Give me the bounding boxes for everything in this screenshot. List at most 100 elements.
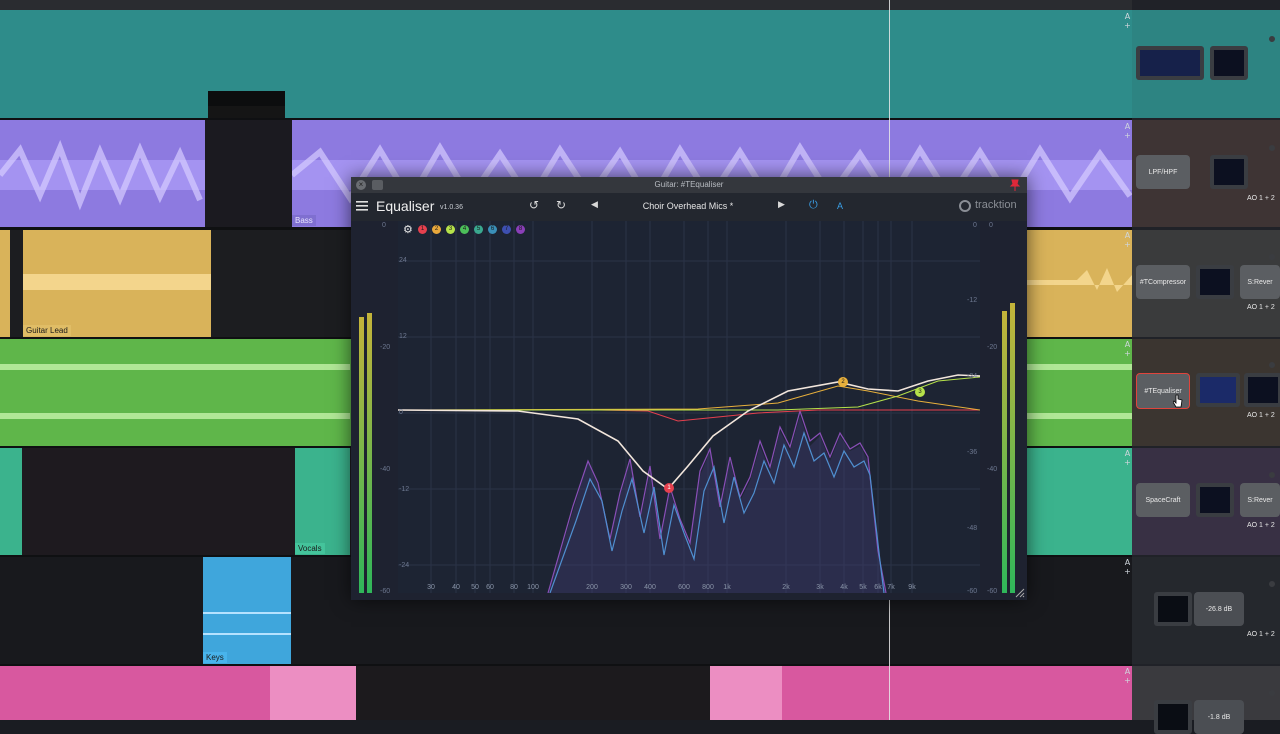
- vocals-clip-c[interactable]: [1027, 448, 1132, 555]
- vocals-clip-b[interactable]: [295, 448, 350, 555]
- right-scale-label: -12: [967, 297, 978, 304]
- meter-plugin[interactable]: [1154, 700, 1192, 734]
- settings-gear-icon[interactable]: ⚙: [403, 223, 413, 236]
- window-title: Guitar: #TEqualiser: [654, 180, 724, 189]
- automation-button[interactable]: A: [1123, 231, 1132, 240]
- pin-icon[interactable]: [1009, 179, 1021, 191]
- band-handle-3[interactable]: 3: [915, 387, 925, 397]
- power-icon[interactable]: ⏻: [809, 198, 818, 212]
- vocals-clip-a[interactable]: [0, 448, 22, 555]
- eq-response-curve: [398, 374, 980, 491]
- band-handle-1[interactable]: 1: [664, 483, 674, 493]
- meter-plugin[interactable]: [1210, 46, 1248, 80]
- band-handle-2[interactable]: 2: [838, 377, 848, 387]
- add-button[interactable]: +: [1123, 458, 1132, 467]
- keys-clip[interactable]: [203, 557, 291, 664]
- track-buttons[interactable]: A +: [1123, 12, 1132, 30]
- hamburger-menu-icon[interactable]: [356, 201, 368, 211]
- band-toggle-3[interactable]: 3: [446, 225, 455, 234]
- meter-plugin[interactable]: [1154, 592, 1192, 626]
- output-label[interactable]: AO 1 + 2: [1247, 412, 1275, 419]
- meter-plugin[interactable]: [1210, 155, 1248, 189]
- meter-plugin[interactable]: [1196, 483, 1234, 517]
- undo-icon[interactable]: ↺: [529, 198, 539, 212]
- eq-graph-svg[interactable]: [398, 221, 980, 593]
- eq-graph[interactable]: ⚙ 1 2 3 4 5 6 7 8 1 2 3 24 12 0 -12 -24 …: [398, 221, 980, 593]
- ab-compare-button[interactable]: A: [837, 201, 843, 211]
- add-button[interactable]: +: [1123, 349, 1132, 358]
- band-toggle-7[interactable]: 7: [502, 225, 511, 234]
- gain-label: -24: [399, 562, 410, 569]
- volume-plugin[interactable]: -26.8 dB: [1194, 592, 1244, 626]
- output-label[interactable]: AO 1 + 2: [1247, 522, 1275, 529]
- band-toggle-2[interactable]: 2: [432, 225, 441, 234]
- meter-plugin[interactable]: [1196, 265, 1234, 299]
- window-titlebar[interactable]: × Guitar: #TEqualiser: [351, 177, 1027, 193]
- status-dot: [1269, 362, 1275, 368]
- clip-label-guitar-lead: Guitar Lead: [23, 325, 71, 336]
- freq-label: 5k: [859, 584, 867, 591]
- track-buttons[interactable]: A +: [1123, 122, 1132, 140]
- add-button[interactable]: +: [1123, 240, 1132, 249]
- automation-button[interactable]: A: [1123, 340, 1132, 349]
- add-button[interactable]: +: [1123, 567, 1132, 576]
- meter-label: -40: [987, 466, 998, 473]
- output-label[interactable]: AO 1 + 2: [1247, 631, 1275, 638]
- volume-plugin-2[interactable]: -1.8 dB: [1194, 700, 1244, 734]
- automation-button[interactable]: A: [1123, 12, 1132, 21]
- mouse-cursor-icon: [1173, 394, 1183, 408]
- meter-plugin[interactable]: [1244, 373, 1280, 407]
- meter-plugin[interactable]: [1136, 46, 1204, 80]
- gain-label: -12: [399, 486, 410, 493]
- add-button[interactable]: +: [1123, 676, 1132, 685]
- band-toggle-4[interactable]: 4: [460, 225, 469, 234]
- status-dot: [1269, 690, 1275, 696]
- band-toggle-1[interactable]: 1: [418, 225, 427, 234]
- clip-label-bass: Bass: [292, 215, 316, 226]
- meter-bar-r: [1010, 303, 1015, 593]
- preset-name[interactable]: Choir Overhead Mics *: [613, 201, 763, 211]
- guitar-clip-c[interactable]: [1027, 230, 1132, 337]
- band-toggle-6[interactable]: 6: [488, 225, 497, 234]
- plugin-spacecraft[interactable]: SpaceCraft: [1136, 483, 1190, 517]
- add-button[interactable]: +: [1123, 21, 1132, 30]
- plugin-tcompressor[interactable]: #TCompressor: [1136, 265, 1190, 299]
- band-selector: 1 2 3 4 5 6 7 8: [418, 225, 528, 234]
- automation-button[interactable]: A: [1123, 449, 1132, 458]
- plugin-sreverb-2[interactable]: S:Rever: [1240, 483, 1280, 517]
- plugin-sreverb[interactable]: S:Rever: [1240, 265, 1280, 299]
- track-7-clip[interactable]: [0, 666, 1132, 720]
- track-buttons[interactable]: A +: [1123, 449, 1132, 467]
- right-scale-label: -48: [967, 525, 978, 532]
- right-scale-label: -24: [967, 373, 978, 380]
- freq-label: 6k: [874, 584, 882, 591]
- plugin-name: Equaliser: [376, 198, 435, 214]
- plugin-lpf-hpf[interactable]: LPF/HPF: [1136, 155, 1190, 189]
- resize-grip-icon[interactable]: [1015, 588, 1025, 598]
- add-button[interactable]: +: [1123, 131, 1132, 140]
- freq-label: 60: [486, 584, 494, 591]
- output-label[interactable]: AO 1 + 2: [1247, 304, 1275, 311]
- output-meter: [1002, 221, 1024, 593]
- redo-icon[interactable]: ↻: [556, 198, 566, 212]
- automation-button[interactable]: A: [1123, 667, 1132, 676]
- meter-plugin[interactable]: [1196, 373, 1240, 407]
- meter-label: 0: [382, 222, 386, 229]
- automation-button[interactable]: A: [1123, 122, 1132, 131]
- track-1-clip[interactable]: [0, 10, 1132, 118]
- output-label[interactable]: AO 1 + 2: [1247, 195, 1275, 202]
- automation-button[interactable]: A: [1123, 558, 1132, 567]
- band-toggle-8[interactable]: 8: [516, 225, 525, 234]
- track-buttons[interactable]: A +: [1123, 667, 1132, 685]
- guitar-clip-b[interactable]: [23, 230, 211, 337]
- track-buttons[interactable]: A +: [1123, 340, 1132, 358]
- track-buttons[interactable]: A +: [1123, 231, 1132, 249]
- guitar-clip-a[interactable]: [0, 230, 10, 337]
- preset-next-icon[interactable]: ▶: [778, 200, 785, 210]
- clip-label-vocals: Vocals: [295, 543, 325, 554]
- track-buttons[interactable]: A +: [1123, 558, 1132, 576]
- meter-label: -20: [380, 344, 391, 351]
- freq-label: 9k: [908, 584, 916, 591]
- preset-prev-icon[interactable]: ◀: [591, 200, 598, 210]
- band-toggle-5[interactable]: 5: [474, 225, 483, 234]
